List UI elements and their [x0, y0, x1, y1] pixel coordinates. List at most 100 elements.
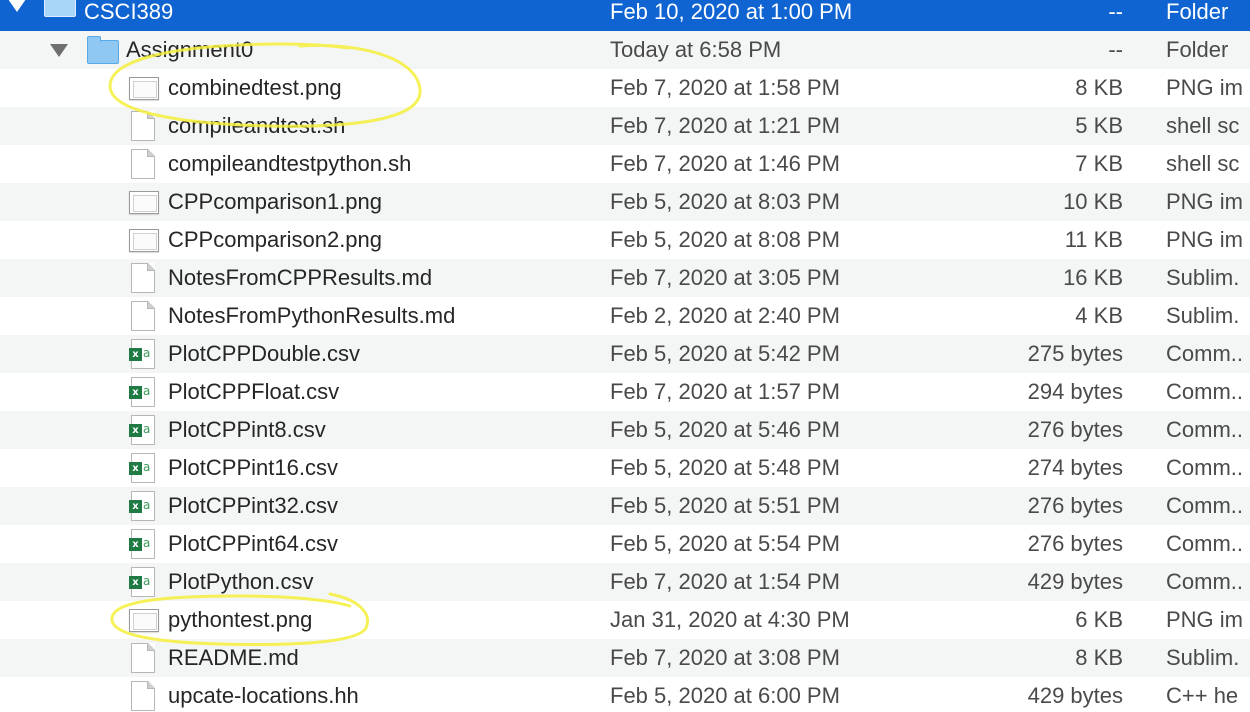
folder-row[interactable]: Assignment0 Today at 6:58 PM -- Folder: [0, 31, 1250, 69]
excel-glyph-icon: a: [143, 346, 151, 360]
file-size: 8 KB: [1075, 645, 1123, 670]
file-kind: PNG im: [1166, 189, 1243, 214]
file-name: compileandtestpython.sh: [168, 151, 412, 176]
file-row[interactable]: combinedtest.png Feb 7, 2020 at 1:58 PM 8 …: [0, 69, 1250, 107]
file-kind: Sublim.: [1166, 303, 1240, 328]
file-name: NotesFromPythonResults.md: [168, 303, 456, 328]
file-size: 429 bytes: [1027, 569, 1123, 594]
file-name: PlotCPPint64.csv: [168, 531, 338, 556]
spreadsheet-icon: xa: [129, 415, 155, 445]
file-kind: Comm..: [1166, 341, 1243, 366]
excel-badge-icon: x: [129, 462, 142, 475]
file-kind: Comm..: [1166, 417, 1243, 442]
file-row[interactable]: x a PlotCPPDouble.csv Feb 5, 2020 at 5:42 P…: [0, 335, 1250, 373]
file-row[interactable]: upcate-locations.hh Feb 5, 2020 at 6:00 P…: [0, 677, 1250, 712]
spreadsheet-icon: xa: [129, 491, 155, 521]
file-size: 276 bytes: [1027, 531, 1123, 556]
disclosure-triangle-icon[interactable]: [8, 0, 26, 12]
folder-row[interactable]: CSCI389 Feb 10, 2020 at 1:00 PM -- Folder: [0, 0, 1250, 31]
excel-badge-icon: x: [129, 538, 142, 551]
file-row[interactable]: pythontest.png Jan 31, 2020 at 4:30 PM 6 K…: [0, 601, 1250, 639]
date-modified: Feb 10, 2020 at 1:00 PM: [610, 0, 853, 24]
file-name: NotesFromCPPResults.md: [168, 265, 433, 290]
date-modified: Feb 5, 2020 at 8:03 PM: [610, 189, 840, 214]
file-size: 274 bytes: [1027, 455, 1123, 480]
file-row[interactable]: x a PlotCPPint32.csv Feb 5, 2020 at 5:51 PM…: [0, 487, 1250, 525]
file-size: --: [1108, 37, 1123, 62]
file-kind: Comm..: [1166, 531, 1243, 556]
file-kind: Comm..: [1166, 379, 1243, 404]
file-list[interactable]: CSCI389 Feb 10, 2020 at 1:00 PM -- Folder As…: [0, 0, 1250, 712]
file-name: README.md: [168, 645, 299, 670]
document-icon: [131, 149, 155, 179]
date-modified: Feb 5, 2020 at 5:42 PM: [610, 341, 840, 366]
file-name: PlotCPPint8.csv: [168, 417, 326, 442]
document-icon: [131, 643, 155, 673]
file-name: combinedtest.png: [168, 75, 342, 100]
date-modified: Feb 5, 2020 at 5:51 PM: [610, 493, 840, 518]
date-modified: Today at 6:58 PM: [610, 37, 782, 62]
file-kind: Comm..: [1166, 493, 1243, 518]
file-row[interactable]: x a PlotCPPint16.csv Feb 5, 2020 at 5:48 PM…: [0, 449, 1250, 487]
disclosure-triangle-icon[interactable]: [50, 44, 68, 57]
file-size: 275 bytes: [1027, 341, 1123, 366]
document-icon: [131, 301, 155, 331]
file-row[interactable]: NotesFromPythonResults.md Feb 2, 2020 at …: [0, 297, 1250, 335]
file-name: upcate-locations.hh: [168, 683, 359, 708]
file-row[interactable]: compileandtestpython.sh Feb 7, 2020 at 1:…: [0, 145, 1250, 183]
date-modified: Feb 5, 2020 at 5:54 PM: [610, 531, 840, 556]
excel-badge-icon: x: [129, 348, 142, 361]
date-modified: Feb 7, 2020 at 3:05 PM: [610, 265, 840, 290]
date-modified: Feb 5, 2020 at 6:00 PM: [610, 683, 840, 708]
file-size: 4 KB: [1075, 303, 1123, 328]
file-row[interactable]: x a PlotPython.csv Feb 7, 2020 at 1:54 PM 42…: [0, 563, 1250, 601]
date-modified: Feb 2, 2020 at 2:40 PM: [610, 303, 840, 328]
file-row[interactable]: CPPcomparison1.png Feb 5, 2020 at 8:03 PM…: [0, 183, 1250, 221]
file-row[interactable]: CPPcomparison2.png Feb 5, 2020 at 8:08 PM…: [0, 221, 1250, 259]
file-kind: Sublim.: [1166, 265, 1240, 290]
file-size: 16 KB: [1063, 265, 1123, 290]
file-name: compileandtest.sh: [168, 113, 346, 138]
date-modified: Feb 7, 2020 at 1:54 PM: [610, 569, 840, 594]
file-row[interactable]: x a PlotCPPint8.csv Feb 5, 2020 at 5:46 PM 2…: [0, 411, 1250, 449]
date-modified: Feb 5, 2020 at 8:08 PM: [610, 227, 840, 252]
file-kind: Folder: [1166, 37, 1229, 62]
image-file-icon: [129, 229, 159, 252]
file-row[interactable]: x a PlotCPPFloat.csv Feb 7, 2020 at 1:57 PM…: [0, 373, 1250, 411]
folder-icon: [87, 36, 119, 64]
date-modified: Jan 31, 2020 at 4:30 PM: [610, 607, 850, 632]
file-name: Assignment0: [126, 37, 254, 62]
date-modified: Feb 7, 2020 at 3:08 PM: [610, 645, 840, 670]
folder-icon: [44, 0, 76, 17]
file-size: 8 KB: [1075, 75, 1123, 100]
excel-glyph-icon: a: [143, 536, 151, 550]
file-row[interactable]: README.md Feb 7, 2020 at 3:08 PM 8 KB Subli…: [0, 639, 1250, 677]
file-kind: C++ he: [1166, 683, 1239, 708]
file-size: 6 KB: [1075, 607, 1123, 632]
file-row[interactable]: compileandtest.sh Feb 7, 2020 at 1:21 PM 5…: [0, 107, 1250, 145]
file-row[interactable]: NotesFromCPPResults.md Feb 7, 2020 at 3:0…: [0, 259, 1250, 297]
file-size: 429 bytes: [1027, 683, 1123, 708]
file-name: pythontest.png: [168, 607, 313, 632]
file-name: PlotCPPint32.csv: [168, 493, 338, 518]
spreadsheet-icon: xa: [129, 529, 155, 559]
file-name: PlotCPPint16.csv: [168, 455, 338, 480]
file-size: 276 bytes: [1027, 417, 1123, 442]
image-file-icon: [129, 77, 159, 100]
file-row[interactable]: x a PlotCPPint64.csv Feb 5, 2020 at 5:54 PM…: [0, 525, 1250, 563]
excel-glyph-icon: a: [143, 384, 151, 398]
file-name: PlotCPPDouble.csv: [168, 341, 360, 366]
file-size: 7 KB: [1075, 151, 1123, 176]
date-modified: Feb 5, 2020 at 5:48 PM: [610, 455, 840, 480]
file-kind: PNG im: [1166, 75, 1243, 100]
file-name: PlotPython.csv: [168, 569, 314, 594]
file-name: CPPcomparison1.png: [168, 189, 383, 214]
excel-badge-icon: x: [129, 500, 142, 513]
file-size: 294 bytes: [1027, 379, 1123, 404]
file-kind: shell sc: [1166, 113, 1240, 138]
excel-glyph-icon: a: [143, 460, 151, 474]
date-modified: Feb 7, 2020 at 1:57 PM: [610, 379, 840, 404]
file-kind: PNG im: [1166, 607, 1243, 632]
document-icon: [131, 681, 155, 711]
file-kind: PNG im: [1166, 227, 1243, 252]
